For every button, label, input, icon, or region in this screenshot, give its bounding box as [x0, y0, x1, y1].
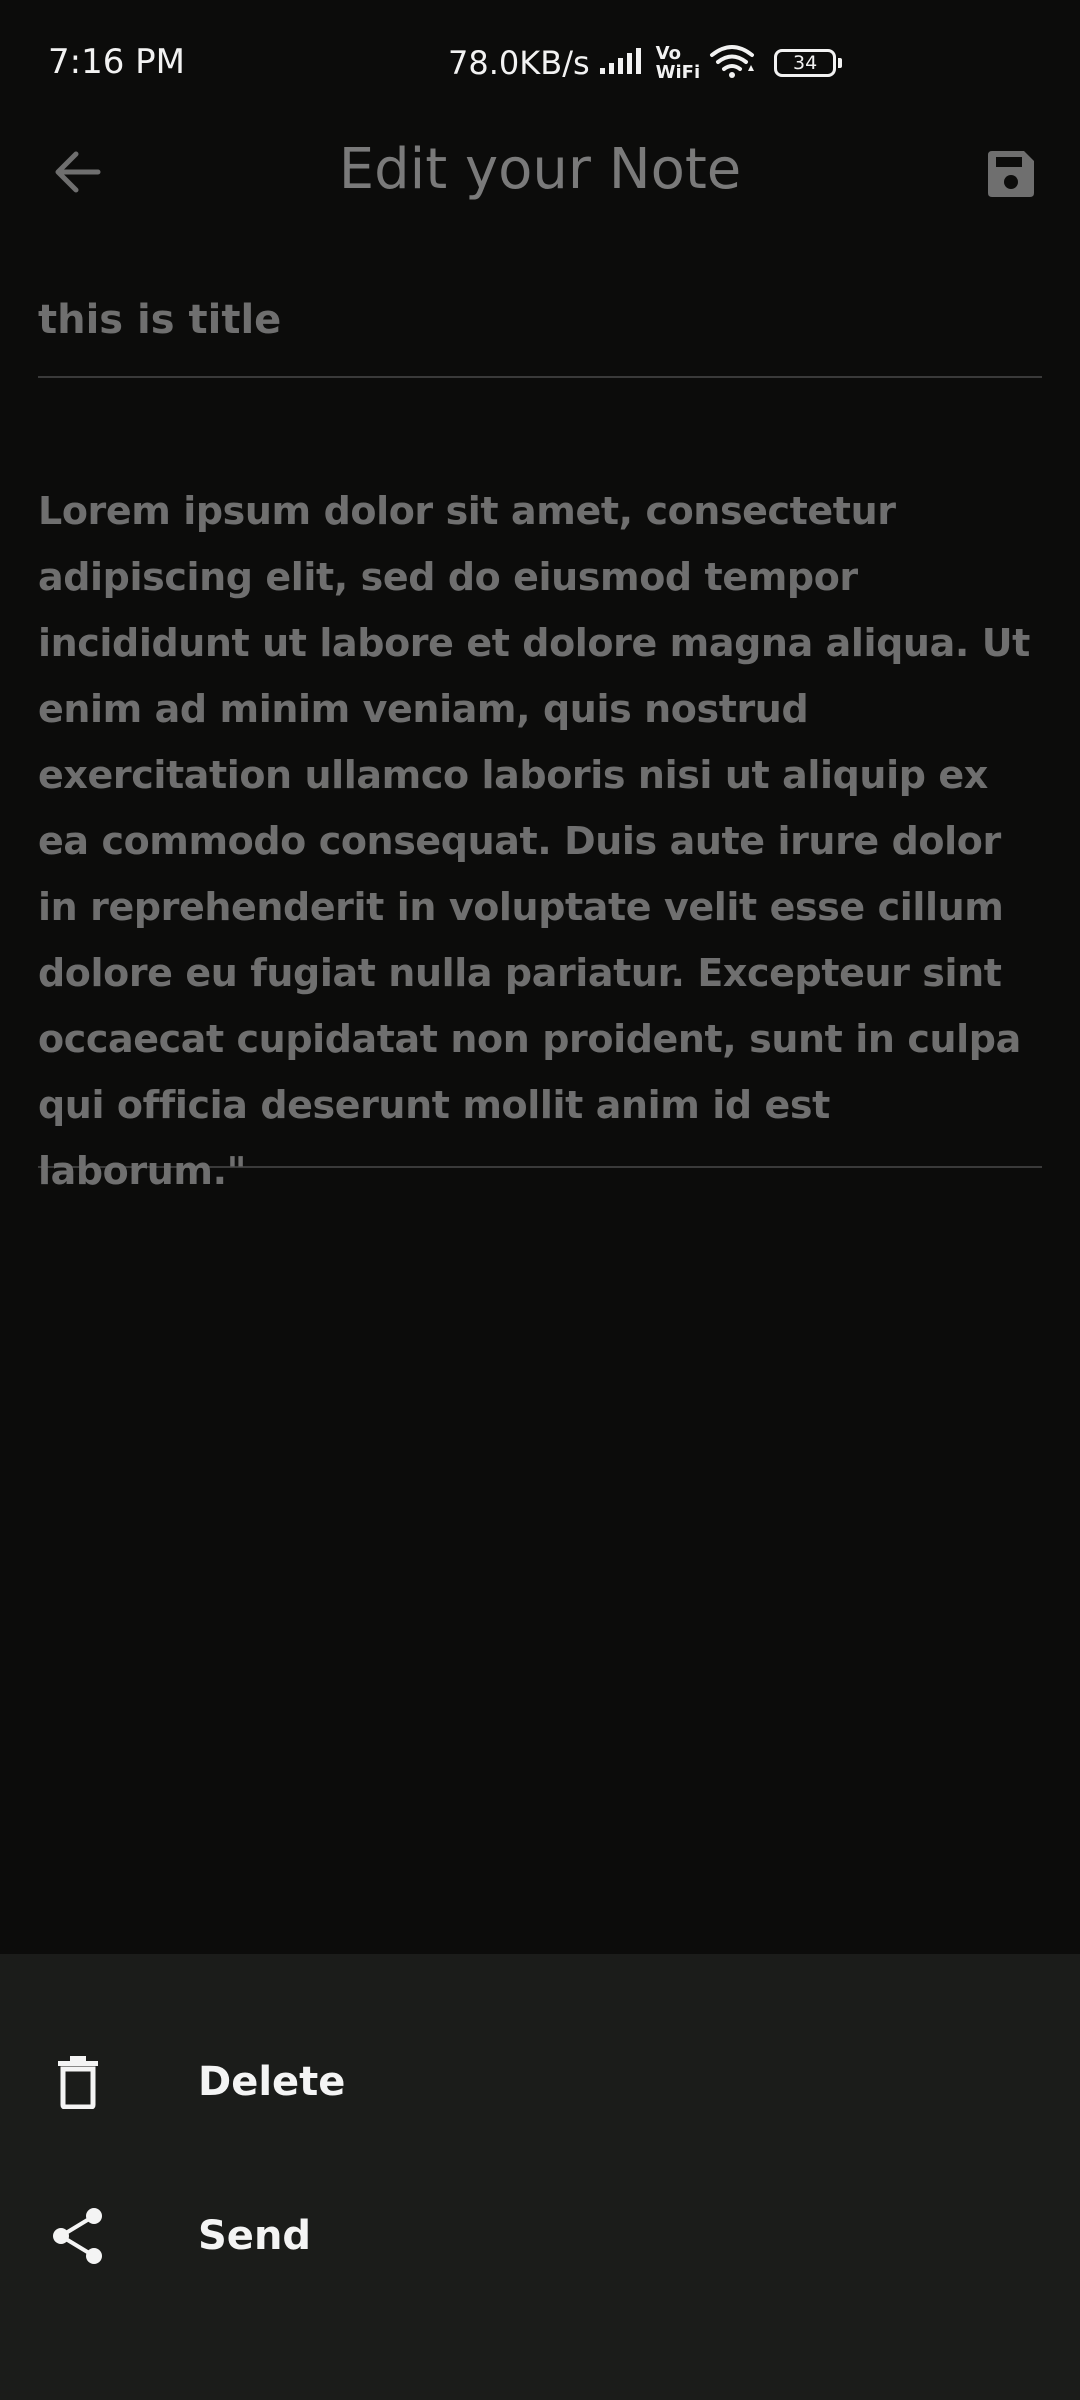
- status-indicators: 78.0KB/s Vo WiFi 34: [448, 40, 843, 86]
- page-title: Edit your Note: [338, 137, 742, 202]
- status-time: 7:16 PM: [48, 42, 185, 82]
- back-button[interactable]: [40, 140, 112, 204]
- wifi-icon: [708, 43, 756, 83]
- battery-icon: 34: [774, 49, 843, 77]
- status-bar: 7:16 PM 78.0KB/s Vo WiFi 34: [0, 0, 1080, 130]
- trash-icon: [48, 2052, 108, 2112]
- send-menu-item[interactable]: Send: [0, 2176, 1080, 2296]
- save-floppy-icon: [988, 151, 1034, 197]
- delete-menu-item[interactable]: Delete: [0, 2022, 1080, 2142]
- vowifi-icon: Vo WiFi: [656, 44, 701, 82]
- delete-label: Delete: [198, 2059, 346, 2105]
- note-body-value: Lorem ipsum dolor sit amet, consectetur …: [38, 489, 1030, 1193]
- network-speed: 78.0KB/s: [448, 44, 590, 82]
- arrow-left-icon: [55, 151, 101, 193]
- screen: 7:16 PM 78.0KB/s Vo WiFi 34 Edit your No…: [0, 0, 1080, 2400]
- note-title-input[interactable]: this is title: [38, 282, 1042, 378]
- app-bar: Edit your Note: [0, 130, 1080, 210]
- save-button[interactable]: [975, 142, 1047, 206]
- vowifi-bottom-text: WiFi: [655, 62, 701, 83]
- share-icon: [48, 2206, 108, 2266]
- note-title-value: this is title: [38, 297, 282, 343]
- send-label: Send: [198, 2213, 312, 2259]
- signal-icon: [598, 46, 644, 80]
- vowifi-top-text: Vo: [655, 43, 681, 64]
- note-body-input[interactable]: Lorem ipsum dolor sit amet, consectetur …: [38, 478, 1042, 1193]
